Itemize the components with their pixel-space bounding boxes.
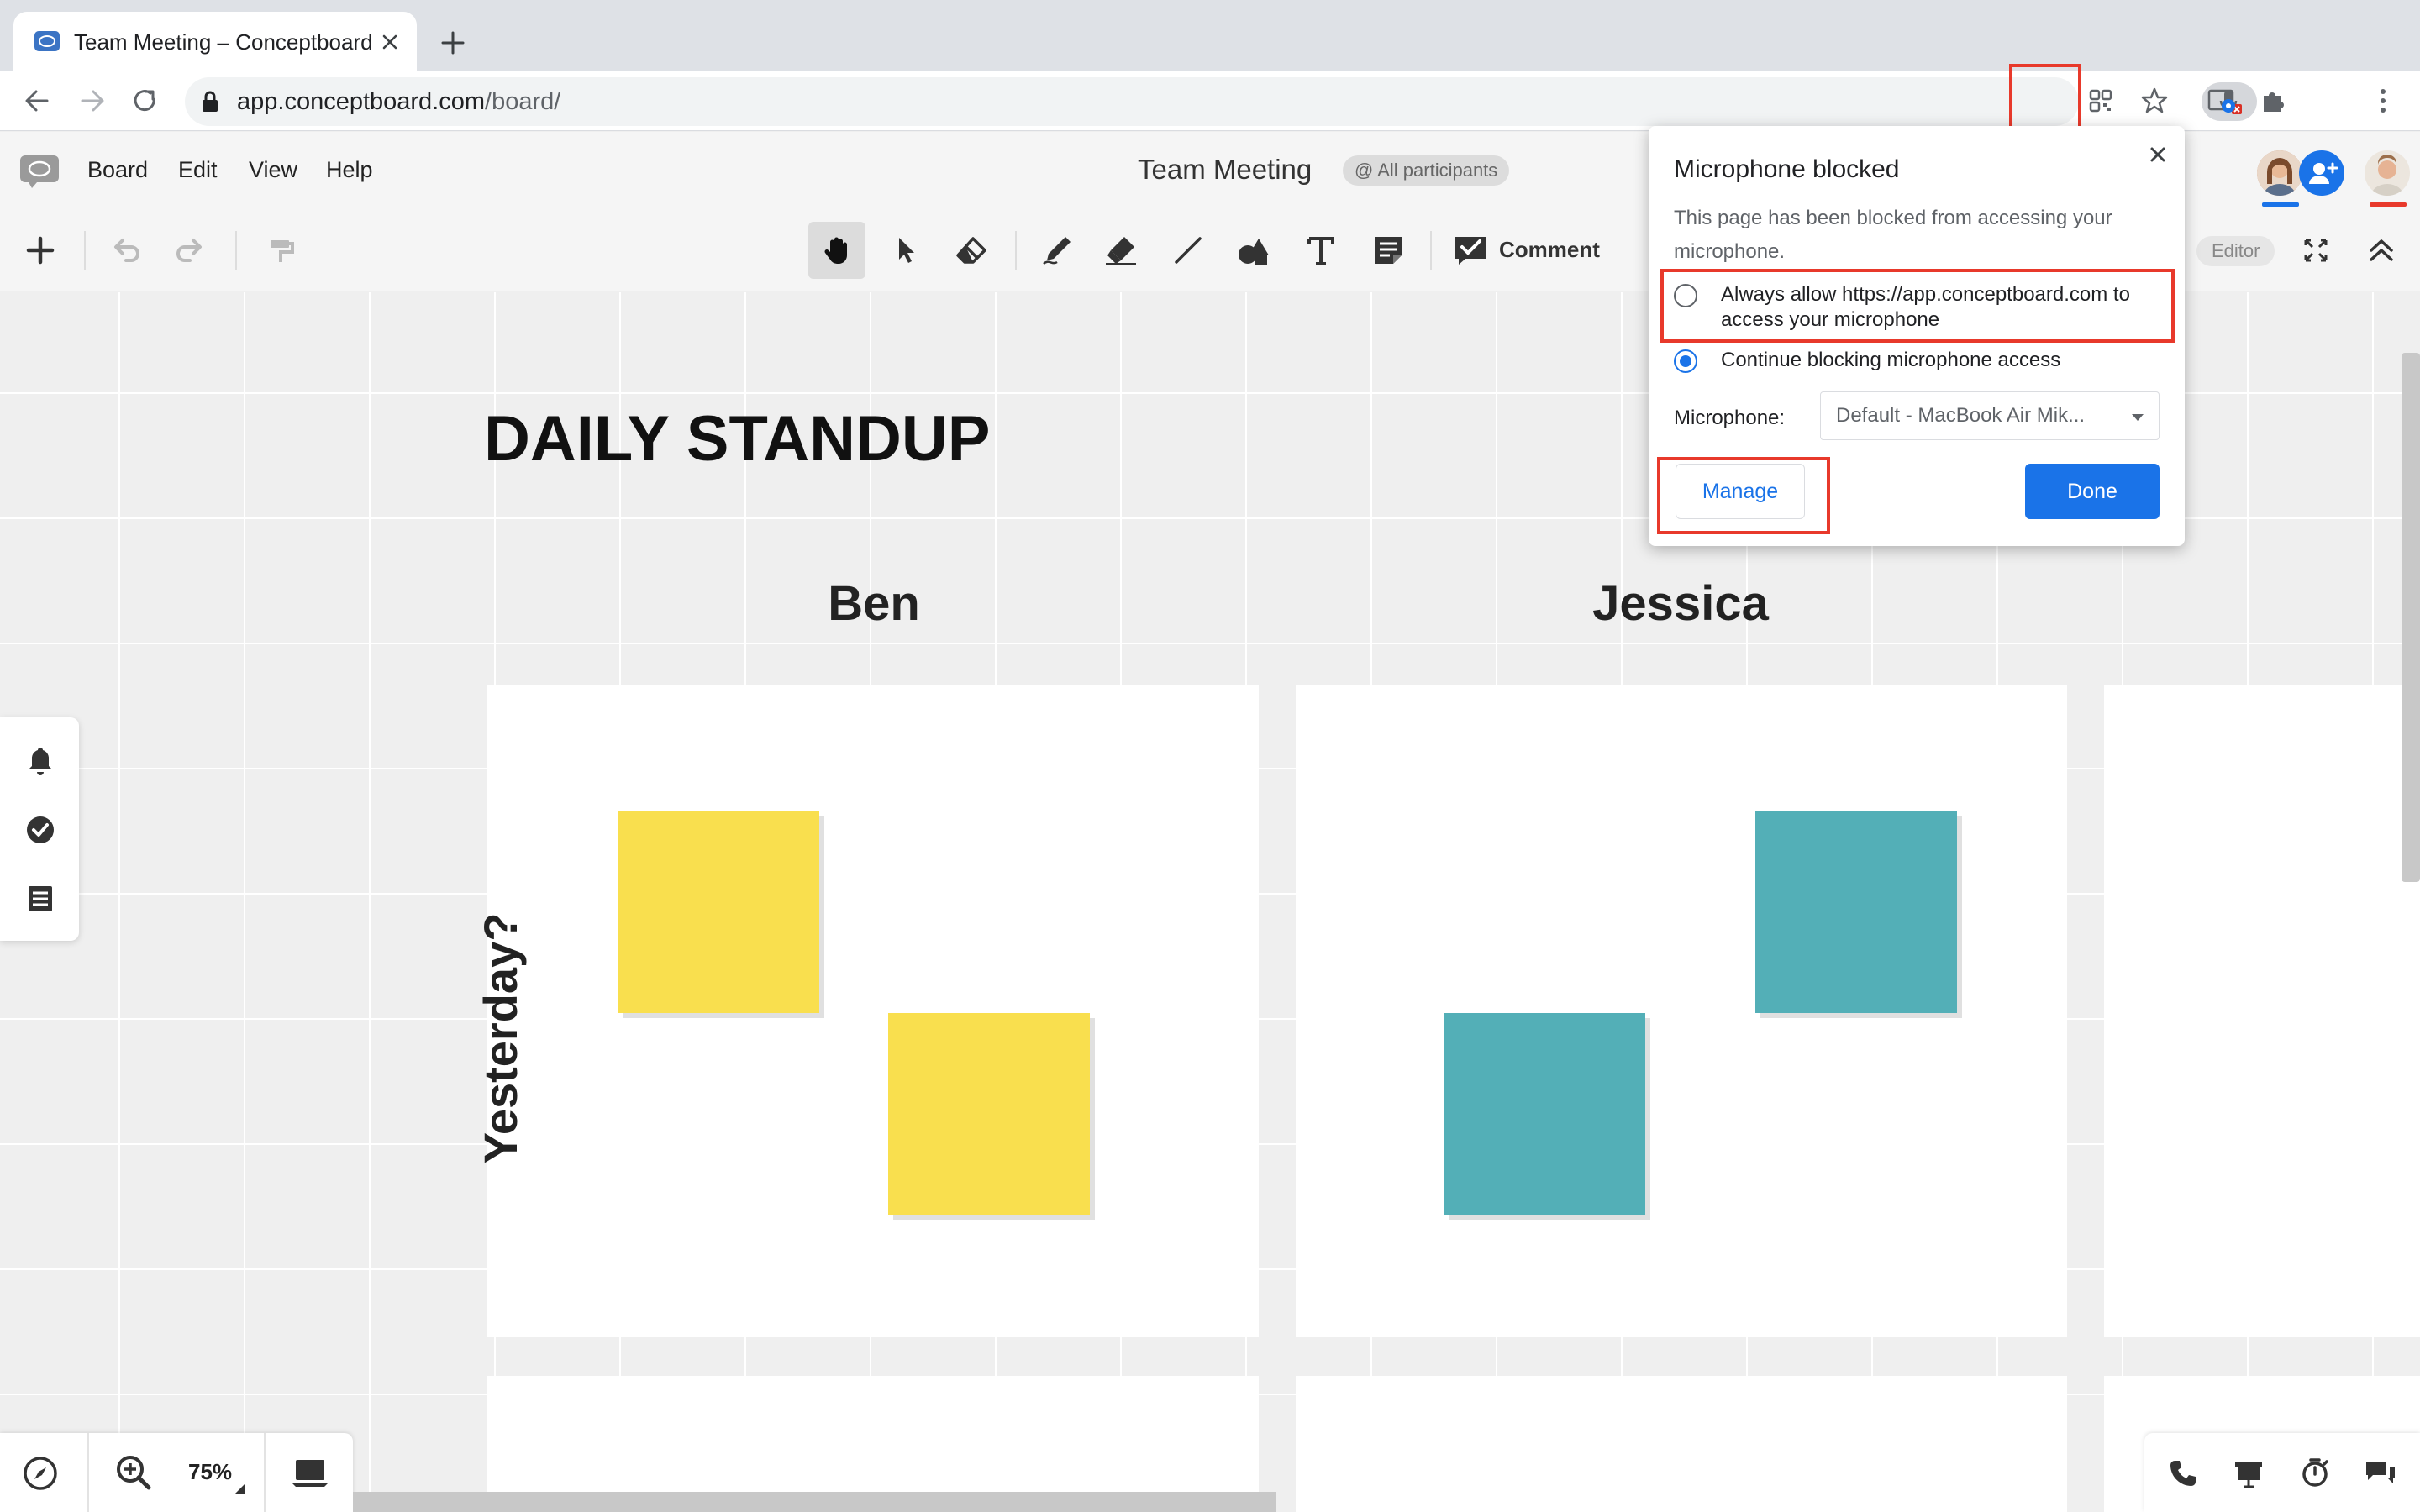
sticky-note-icon[interactable] — [1360, 222, 1417, 279]
board-panel[interactable] — [2104, 685, 2420, 1337]
tab-close-icon[interactable] — [376, 29, 403, 55]
presenter-screen-icon[interactable] — [2233, 1458, 2264, 1488]
column-header-ben[interactable]: Ben — [487, 575, 1260, 633]
address-bar[interactable]: app.conceptboard.com/board/ — [185, 77, 2257, 126]
mic-icon-highlight-box — [2009, 64, 2081, 134]
horizontal-scrollbar[interactable] — [353, 1492, 1276, 1512]
vertical-scrollbar[interactable] — [2402, 353, 2420, 882]
avatar-status-line — [2262, 202, 2299, 207]
browser-tab[interactable]: Team Meeting – Conceptboard — [13, 12, 417, 71]
fullscreen-icon[interactable] — [2287, 222, 2344, 279]
hand-pan-icon[interactable] — [808, 222, 865, 279]
editor-role-badge[interactable]: Editor — [2196, 236, 2275, 266]
more-options-icon[interactable] — [2363, 81, 2403, 121]
browser-toolbar: app.conceptboard.com/board/ — [0, 64, 2420, 134]
timer-stopwatch-icon[interactable] — [2299, 1457, 2331, 1488]
eraser-icon[interactable] — [943, 222, 1000, 279]
toolbar-divider — [84, 231, 86, 270]
shapes-tool-icon[interactable] — [1225, 222, 1282, 279]
microphone-blocked-dialog: Microphone blocked This page has been bl… — [1649, 126, 2185, 546]
comment-icon[interactable] — [1442, 222, 1499, 279]
divider — [87, 1433, 89, 1512]
tasks-check-icon[interactable] — [24, 813, 57, 847]
notifications-bell-icon[interactable] — [24, 744, 57, 778]
microphone-select-label: Microphone: — [1674, 407, 1786, 429]
zoom-level[interactable]: 75% — [188, 1453, 232, 1490]
always-allow-highlight-box — [1660, 269, 2175, 343]
bottom-right-controls — [2144, 1433, 2420, 1512]
bottom-left-controls: 75% — [0, 1433, 353, 1512]
sticky-note[interactable] — [888, 1013, 1090, 1215]
board-list-icon[interactable] — [24, 882, 57, 916]
url-text: app.conceptboard.com/board/ — [237, 88, 561, 115]
zoom-in-icon[interactable] — [114, 1453, 153, 1492]
toolbar-divider — [235, 231, 237, 270]
done-button[interactable]: Done — [2025, 464, 2160, 519]
sticky-note[interactable] — [618, 811, 819, 1013]
board-heading[interactable]: DAILY STANDUP — [484, 402, 990, 477]
avatar[interactable] — [2257, 150, 2302, 196]
zoom-dropdown-icon[interactable] — [235, 1483, 245, 1494]
dialog-title: Microphone blocked — [1674, 155, 1900, 183]
menu-view[interactable]: View — [249, 150, 297, 189]
text-tool-icon[interactable] — [1292, 222, 1349, 279]
line-tool-icon[interactable] — [1160, 222, 1217, 279]
board-title[interactable]: Team Meeting — [1138, 149, 1312, 191]
participants-badge[interactable]: @ All participants — [1343, 155, 1510, 186]
undo-icon[interactable] — [97, 222, 155, 279]
left-side-panel — [0, 717, 79, 941]
toolbar-divider — [1015, 231, 1017, 270]
phone-call-icon[interactable] — [2168, 1458, 2198, 1488]
add-user-icon[interactable] — [2299, 150, 2344, 196]
menu-edit[interactable]: Edit — [178, 150, 218, 189]
navigator-compass-icon[interactable] — [22, 1455, 59, 1492]
conceptboard-favicon-icon — [32, 27, 62, 57]
close-icon[interactable] — [2139, 136, 2176, 173]
tab-strip: Team Meeting – Conceptboard — [0, 0, 2420, 71]
manage-highlight-box — [1657, 457, 1830, 534]
board-panel[interactable] — [1296, 1376, 2067, 1512]
qr-code-icon[interactable] — [2081, 81, 2121, 121]
avatar-status-line — [2370, 202, 2407, 207]
menu-help[interactable]: Help — [326, 150, 373, 189]
toolbar-divider — [1430, 231, 1432, 270]
board-panel[interactable] — [487, 685, 1259, 1337]
microphone-select[interactable]: Default - MacBook Air Mik... — [1820, 391, 2160, 440]
menu-board[interactable]: Board — [87, 150, 148, 189]
lock-icon[interactable] — [200, 91, 220, 113]
row-label-yesterday[interactable]: Yesterday? — [467, 870, 534, 1206]
presentation-laptop-icon[interactable] — [291, 1453, 329, 1492]
microphone-select-value: Default - MacBook Air Mik... — [1836, 404, 2086, 427]
dialog-message: This page has been blocked from accessin… — [1674, 207, 2112, 263]
chevron-down-icon — [2130, 412, 2145, 423]
back-arrow-icon[interactable] — [17, 81, 57, 121]
add-plus-icon[interactable] — [12, 222, 69, 279]
format-painter-icon[interactable] — [252, 222, 309, 279]
forward-arrow-icon[interactable] — [72, 81, 113, 121]
radio-continue-blocking[interactable] — [1674, 349, 1697, 373]
option-continue-blocking-label[interactable]: Continue blocking microphone access — [1721, 348, 2060, 373]
avatar[interactable] — [2365, 150, 2410, 196]
sticky-note[interactable] — [1755, 811, 1957, 1013]
new-tab-plus-icon[interactable] — [435, 25, 471, 60]
reload-icon[interactable] — [124, 81, 165, 121]
highlighter-icon[interactable] — [1092, 222, 1150, 279]
column-header-jessica[interactable]: Jessica — [1294, 575, 2067, 633]
pen-draw-icon[interactable] — [1028, 222, 1086, 279]
comment-label[interactable]: Comment — [1499, 233, 1600, 266]
conceptboard-logo-icon[interactable] — [18, 154, 60, 189]
chat-bubbles-icon[interactable] — [2365, 1458, 2396, 1488]
select-pointer-icon[interactable] — [877, 222, 934, 279]
tab-title: Team Meeting – Conceptboard — [74, 29, 373, 55]
divider — [264, 1433, 266, 1512]
redo-icon[interactable] — [161, 222, 218, 279]
sticky-note[interactable] — [1444, 1013, 1645, 1215]
bookmark-star-icon[interactable] — [2134, 81, 2175, 121]
collapse-toolbar-icon[interactable] — [2353, 222, 2410, 279]
screen-capture-extension-icon[interactable] — [2202, 81, 2242, 121]
extensions-puzzle-icon[interactable] — [2254, 81, 2294, 121]
